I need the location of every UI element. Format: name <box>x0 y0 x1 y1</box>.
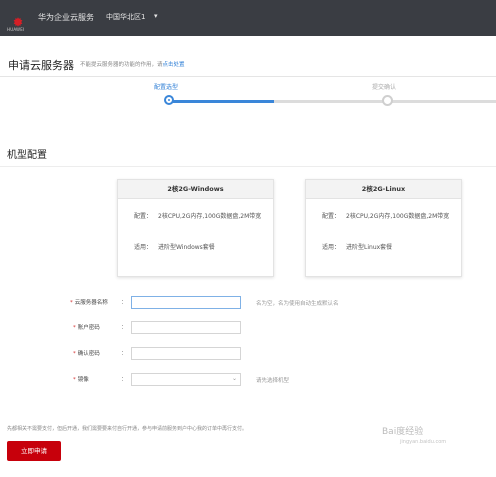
confirm-password-label: * 确认密码 <box>73 349 100 357</box>
page-title: 申请云服务器 <box>8 59 74 72</box>
plan-card-windows[interactable]: 2核2G-Windows 配置： 2核CPU,2G内存,100G数据盘,2M带宽… <box>117 179 274 277</box>
server-name-hint: 名为空，名为使用自动生成默认名 <box>256 301 339 307</box>
image-label-text: 镜像 <box>77 377 89 383</box>
section-title: 机型配置 <box>7 150 47 161</box>
watermark-text: Bai度经验 <box>382 427 424 437</box>
server-name-label: * 云服务器名称 <box>70 298 108 306</box>
required-marker: * <box>73 351 76 357</box>
watermark-url: jingyan.baidu.com <box>400 439 447 445</box>
plan-card-title: 2核2G-Windows <box>118 180 273 199</box>
progress-fill <box>170 100 274 103</box>
colon: ： <box>121 324 128 331</box>
required-marker: * <box>70 300 73 306</box>
image-label: * 镜像 <box>73 375 89 383</box>
notice-prefix: 不能提云服务器的功能的作用，请 <box>80 62 163 68</box>
password-input[interactable] <box>131 321 241 334</box>
step-marker-pending <box>382 95 393 106</box>
server-name-label-text: 云服务器名称 <box>74 300 108 306</box>
apply-button[interactable]: 立即申请 <box>7 441 61 461</box>
required-marker: * <box>73 377 76 383</box>
image-select[interactable]: ⌄ <box>131 373 241 386</box>
image-hint: 请先选择机型 <box>256 378 290 384</box>
spec-value: 2核CPU,2G内存,100G数据盘,2M带宽 <box>346 213 450 220</box>
chevron-down-icon[interactable]: ▾ <box>154 12 158 20</box>
use-value: 进阶型Linux套餐 <box>346 244 393 251</box>
confirm-password-label-text: 确认密码 <box>77 351 100 357</box>
notice-link[interactable]: 点击处置 <box>163 62 185 68</box>
top-navigation-bar: HUAWEI 华为企业云服务 中国华北区1 ▾ <box>0 0 496 36</box>
required-marker: * <box>73 325 76 331</box>
plan-card-title: 2核2G-Linux <box>306 180 461 199</box>
colon: ： <box>121 376 128 383</box>
huawei-logo-icon[interactable] <box>9 9 27 27</box>
region-selector[interactable]: 中国华北区1 <box>106 12 145 22</box>
spec-label: 配置： <box>134 213 153 220</box>
use-value: 进阶型Windows套餐 <box>158 244 215 251</box>
colon: ： <box>121 350 128 357</box>
header-divider <box>0 76 496 77</box>
colon: ： <box>121 299 128 306</box>
spec-label: 配置： <box>322 213 341 220</box>
use-label: 适用： <box>134 244 153 251</box>
confirm-password-input[interactable] <box>131 347 241 360</box>
use-label: 适用： <box>322 244 341 251</box>
section-divider <box>0 166 496 167</box>
server-name-input[interactable] <box>131 296 241 309</box>
password-label-text: 账户密码 <box>77 325 100 331</box>
step-marker-active <box>164 95 174 105</box>
notice-text: 不能提云服务器的功能的作用，请点击处置 <box>80 60 185 68</box>
footer-note: 先都相关不需要支付，但后开通，我们需要要来付自行开通，参与申请前服务到户中心我的… <box>7 426 248 432</box>
chevron-down-icon[interactable]: ⌄ <box>232 375 237 382</box>
logo-caption: HUAWEI <box>7 27 25 32</box>
step-label-configure: 配置选型 <box>154 84 179 91</box>
spec-value: 2核CPU,2G内存,100G数据盘,2M带宽 <box>158 213 262 220</box>
password-label: * 账户密码 <box>73 323 100 331</box>
brand-name[interactable]: 华为企业云服务 <box>38 12 94 23</box>
plan-card-linux[interactable]: 2核2G-Linux 配置： 2核CPU,2G内存,100G数据盘,2M带宽 适… <box>305 179 462 277</box>
step-label-confirm: 提交确认 <box>372 84 397 91</box>
